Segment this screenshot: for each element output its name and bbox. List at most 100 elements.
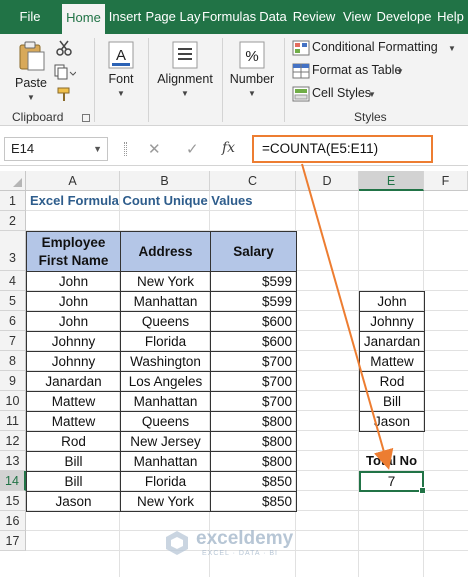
name-cell[interactable]: Johnny	[26, 351, 121, 372]
column-header-a[interactable]: A	[26, 171, 120, 191]
select-all-button[interactable]	[0, 171, 26, 191]
row-header-16[interactable]: 16	[0, 511, 26, 531]
format-painter-icon[interactable]	[56, 86, 72, 102]
salary-cell[interactable]: $600	[210, 331, 297, 352]
column-header-e[interactable]: E	[359, 171, 424, 191]
alignment-button[interactable]: Alignment ▼	[152, 38, 218, 106]
row-header-10[interactable]: 10	[0, 391, 26, 411]
row-header-11[interactable]: 11	[0, 411, 26, 431]
address-cell[interactable]: Manhattan	[120, 391, 211, 412]
salary-cell[interactable]: $700	[210, 391, 297, 412]
address-cell[interactable]: Manhattan	[120, 291, 211, 312]
unique-name-cell[interactable]: Bill	[359, 391, 425, 412]
row-header-17[interactable]: 17	[0, 531, 26, 551]
salary-cell[interactable]: $800	[210, 451, 297, 472]
address-cell[interactable]: New York	[120, 491, 211, 512]
salary-cell[interactable]: $600	[210, 311, 297, 332]
address-cell[interactable]: Florida	[120, 331, 211, 352]
salary-cell[interactable]: $700	[210, 371, 297, 392]
unique-name-cell[interactable]: Janardan	[359, 331, 425, 352]
header-address[interactable]: Address	[120, 231, 211, 272]
sheet-title[interactable]: Excel Formula Count Unique Values	[30, 193, 253, 208]
cut-icon[interactable]	[56, 40, 72, 56]
format-as-table-button[interactable]: Format as Table ▼	[290, 61, 466, 81]
name-box[interactable]: E14 ▼	[4, 137, 108, 161]
address-cell[interactable]: Florida	[120, 471, 211, 492]
total-label[interactable]: Total No	[359, 453, 424, 468]
tab-formulas[interactable]: Formulas	[202, 0, 256, 34]
tab-data[interactable]: Data	[257, 0, 289, 34]
name-cell[interactable]: Janardan	[26, 371, 121, 392]
salary-cell[interactable]: $850	[210, 471, 297, 492]
copy-icon[interactable]	[54, 64, 76, 80]
row-header-4[interactable]: 4	[0, 271, 26, 291]
name-cell[interactable]: Mattew	[26, 391, 121, 412]
row-header-3[interactable]: 3	[0, 231, 26, 271]
header-salary[interactable]: Salary	[210, 231, 297, 272]
row-header-7[interactable]: 7	[0, 331, 26, 351]
tab-review[interactable]: Review	[290, 0, 338, 34]
total-value-cell[interactable]: 7	[359, 471, 426, 494]
address-cell[interactable]: Washington	[120, 351, 211, 372]
unique-name-cell[interactable]: Jason	[359, 411, 425, 432]
name-cell[interactable]: Bill	[26, 451, 121, 472]
row-header-14[interactable]: 14	[0, 471, 26, 491]
address-cell[interactable]: Queens	[120, 311, 211, 332]
conditional-formatting-button[interactable]: Conditional Formatting ▼	[290, 38, 466, 58]
formula-bar-splitter[interactable]	[124, 142, 127, 156]
address-cell[interactable]: New Jersey	[120, 431, 211, 452]
tab-view[interactable]: View	[339, 0, 375, 34]
unique-name-cell[interactable]: Johnny	[359, 311, 425, 332]
column-header-b[interactable]: B	[120, 171, 210, 191]
name-cell[interactable]: Jason	[26, 491, 121, 512]
tab-help[interactable]: Help	[433, 0, 468, 34]
salary-cell[interactable]: $800	[210, 411, 297, 432]
tab-file[interactable]: File	[0, 0, 60, 34]
address-cell[interactable]: Los Angeles	[120, 371, 211, 392]
number-button[interactable]: % Number ▼	[226, 38, 278, 106]
row-header-2[interactable]: 2	[0, 211, 26, 231]
cancel-icon[interactable]: ✕	[148, 140, 161, 158]
name-cell[interactable]: John	[26, 291, 121, 312]
tab-developer[interactable]: Develope	[376, 0, 432, 34]
dialog-launcher-icon[interactable]	[82, 114, 90, 122]
row-header-13[interactable]: 13	[0, 451, 26, 471]
address-cell[interactable]: Queens	[120, 411, 211, 432]
font-button[interactable]: A Font ▼	[100, 38, 142, 106]
row-header-15[interactable]: 15	[0, 491, 26, 511]
row-header-1[interactable]: 1	[0, 191, 26, 211]
insert-function-icon[interactable]: fx	[222, 140, 235, 156]
row-header-12[interactable]: 12	[0, 431, 26, 451]
salary-cell[interactable]: $800	[210, 431, 297, 452]
name-cell[interactable]: Rod	[26, 431, 121, 452]
unique-name-cell[interactable]: Rod	[359, 371, 425, 392]
paste-button[interactable]: Paste ▼	[10, 38, 52, 106]
header-employee-first-name[interactable]: Employee First Name	[26, 231, 121, 272]
tab-insert[interactable]: Insert	[106, 0, 144, 34]
salary-cell[interactable]: $599	[210, 271, 297, 292]
unique-name-cell[interactable]: Mattew	[359, 351, 425, 372]
salary-cell[interactable]: $599	[210, 291, 297, 312]
column-header-d[interactable]: D	[296, 171, 359, 191]
enter-icon[interactable]: ✓	[186, 140, 199, 158]
chevron-down-icon[interactable]: ▼	[93, 138, 102, 160]
column-header-c[interactable]: C	[210, 171, 296, 191]
name-cell[interactable]: Bill	[26, 471, 121, 492]
name-cell[interactable]: Mattew	[26, 411, 121, 432]
tab-home[interactable]: Home	[62, 4, 105, 34]
formula-input[interactable]: =COUNTA(E5:E11)	[252, 135, 433, 163]
unique-name-cell[interactable]: John	[359, 291, 425, 312]
column-header-f[interactable]: F	[424, 171, 468, 191]
row-header-8[interactable]: 8	[0, 351, 26, 371]
name-cell[interactable]: John	[26, 311, 121, 332]
address-cell[interactable]: New York	[120, 271, 211, 292]
row-header-6[interactable]: 6	[0, 311, 26, 331]
address-cell[interactable]: Manhattan	[120, 451, 211, 472]
tab-page-layout[interactable]: Page Lay	[145, 0, 201, 34]
salary-cell[interactable]: $850	[210, 491, 297, 512]
name-cell[interactable]: Johnny	[26, 331, 121, 352]
worksheet-grid[interactable]: A B C D E F 1 2 3 4 5 6 7 8 9 10 11 12 13 14 15 16 17 Ex…	[0, 171, 468, 577]
cell-styles-button[interactable]: Cell Styles ▼	[290, 84, 466, 104]
salary-cell[interactable]: $700	[210, 351, 297, 372]
row-header-9[interactable]: 9	[0, 371, 26, 391]
